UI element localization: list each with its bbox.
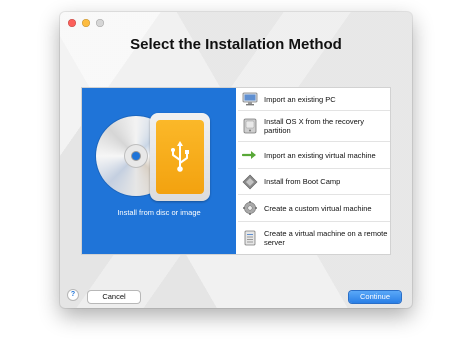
- install-from-disc-option[interactable]: Install from disc or image: [82, 88, 236, 254]
- server-icon: [242, 230, 258, 246]
- option-label: Install from Boot Camp: [264, 177, 341, 186]
- usb-drive-icon: [150, 113, 210, 201]
- installation-method-panel: Install from disc or image Import an exi…: [82, 88, 390, 254]
- installation-method-dialog: Select the Installation Method Install f…: [60, 12, 412, 308]
- cancel-button[interactable]: Cancel: [88, 291, 140, 303]
- gear-icon: [242, 200, 258, 216]
- option-create-custom-vm[interactable]: Create a custom virtual machine: [238, 195, 390, 222]
- option-label: Create a custom virtual machine: [264, 203, 372, 213]
- dialog-footer: ? Cancel Continue: [60, 282, 412, 308]
- dialog-title: Select the Installation Method: [130, 36, 342, 53]
- hero-label: Install from disc or image: [117, 208, 201, 217]
- option-label: Import an existing virtual machine: [264, 150, 376, 160]
- continue-button[interactable]: Continue: [349, 291, 401, 303]
- drive-icon: [242, 118, 258, 134]
- installation-options-list: Import an existing PC Install OS X from …: [238, 88, 390, 254]
- import-arrow-icon: [242, 147, 258, 163]
- option-import-existing-pc[interactable]: Import an existing PC: [238, 88, 390, 111]
- pc-icon: [242, 91, 258, 107]
- minimize-window-button[interactable]: [82, 19, 90, 27]
- option-import-existing-vm[interactable]: Import an existing virtual machine: [238, 142, 390, 169]
- option-install-os-x-recovery[interactable]: Install OS X from the recovery partition: [238, 111, 390, 142]
- help-button[interactable]: ?: [68, 290, 78, 300]
- option-label: Install OS X from the recovery partition: [264, 117, 365, 135]
- option-label: Import an existing PC: [264, 94, 336, 104]
- zoom-window-button[interactable]: [96, 19, 104, 27]
- usb-symbol-icon: [171, 141, 189, 172]
- window-controls: [68, 19, 104, 27]
- option-install-from-boot-camp[interactable]: Install from Boot Camp: [238, 169, 390, 195]
- option-create-remote-vm[interactable]: Create a virtual machine on a remote ser…: [238, 222, 390, 254]
- boot-camp-icon: [242, 174, 258, 190]
- option-label: Create a virtual machine on a remote ser…: [264, 229, 388, 247]
- close-window-button[interactable]: [68, 19, 76, 27]
